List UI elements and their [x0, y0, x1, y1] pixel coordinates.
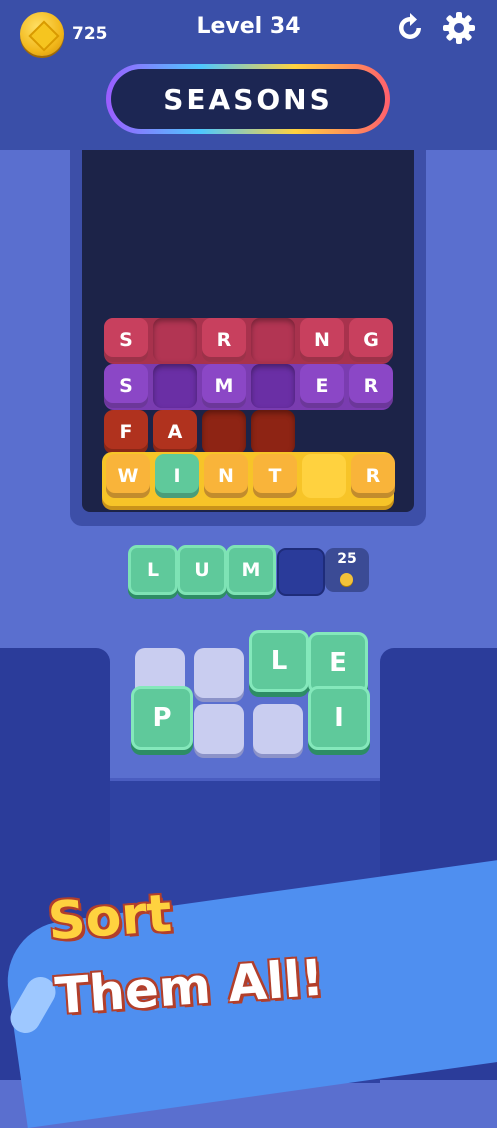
tile-summer-m: M	[202, 364, 246, 408]
tile-winter-t: T	[253, 454, 297, 498]
tile-spring-empty-2	[251, 318, 295, 362]
settings-button[interactable]	[441, 10, 477, 46]
slot-cost: 25	[337, 551, 357, 567]
restart-icon	[399, 13, 421, 39]
tile-spring-r: R	[202, 318, 246, 362]
tile-summer-e: E	[300, 364, 344, 408]
picker-tile-l[interactable]: L	[249, 630, 309, 692]
category-banner: SEASONS	[106, 64, 390, 134]
unlock-slot-button[interactable]: 25	[325, 548, 369, 592]
tile-spring-n: N	[300, 318, 344, 362]
coin-icon	[340, 573, 353, 586]
tile-winter-i: I	[155, 454, 199, 498]
tray-tile-l[interactable]: L	[128, 545, 178, 595]
tile-spring-s: S	[104, 318, 148, 362]
tile-summer-s: S	[104, 364, 148, 408]
tile-winter-r: R	[351, 454, 395, 498]
restart-button[interactable]	[392, 10, 428, 46]
gear-icon	[443, 12, 475, 44]
tile-winter-n: N	[204, 454, 248, 498]
tile-winter-empty	[302, 454, 346, 498]
tile-summer-empty-2	[251, 364, 295, 408]
tile-spring-g: G	[349, 318, 393, 362]
picker-tile-p[interactable]: P	[131, 686, 193, 750]
tray-tile-u[interactable]: U	[177, 545, 227, 595]
picker-empty-slot[interactable]	[194, 648, 244, 698]
picker-empty-slot[interactable]	[253, 704, 303, 754]
tile-fall-empty-1	[202, 410, 246, 454]
tile-fall-f: F	[104, 410, 148, 454]
tray-tile-m[interactable]: M	[226, 545, 276, 595]
category-title: SEASONS	[111, 69, 385, 129]
tile-winter-w: W	[106, 454, 150, 498]
tile-spring-empty-1	[153, 318, 197, 362]
picker-tile-i[interactable]: I	[308, 686, 370, 750]
tray-empty-slot[interactable]	[277, 548, 325, 596]
tile-summer-empty-1	[153, 364, 197, 408]
picker-tile-e[interactable]: E	[308, 632, 368, 694]
promo-line-1: Sort	[46, 883, 174, 953]
picker-empty-slot[interactable]	[194, 704, 244, 754]
tile-fall-empty-2	[251, 410, 295, 454]
tile-summer-r: R	[349, 364, 393, 408]
tile-fall-a: A	[153, 410, 197, 454]
